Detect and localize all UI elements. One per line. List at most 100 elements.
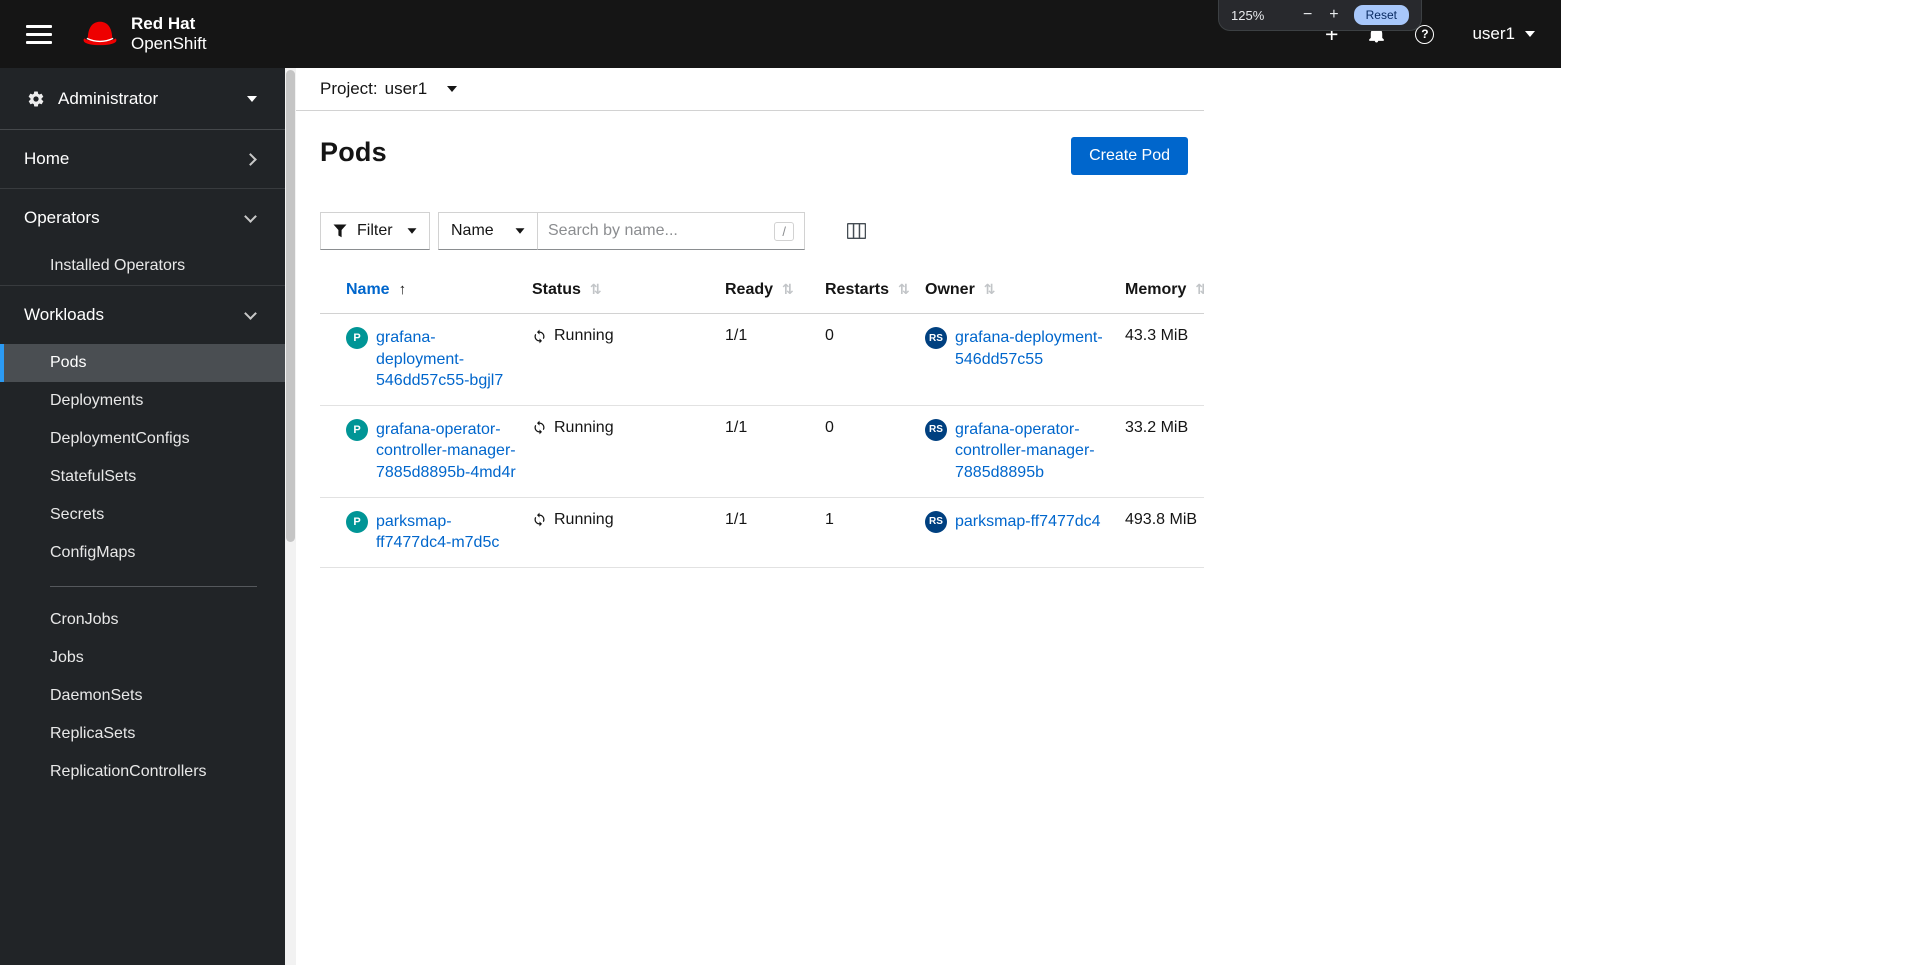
sort-icon: ⇅ <box>1195 281 1204 297</box>
restarts-value: 0 <box>825 327 834 344</box>
sync-running-icon <box>534 512 545 527</box>
sidebar-item-operators[interactable]: Operators <box>0 189 285 247</box>
memory-value: 493.8 MiB <box>1125 510 1198 528</box>
filter-icon <box>333 224 347 238</box>
replicaset-badge: RS <box>925 327 947 349</box>
search-shortcut-hint: / <box>774 221 794 241</box>
sidebar-nav: Administrator Home Operators Installed O… <box>0 68 285 965</box>
project-selector[interactable]: Project: user1 <box>320 79 458 99</box>
perspective-label: Administrator <box>58 88 159 108</box>
chevron-down-icon <box>244 209 257 223</box>
gear-icon <box>28 90 44 106</box>
chevron-down-icon <box>244 306 257 320</box>
brand-logo[interactable]: Red Hat OpenShift <box>79 14 207 53</box>
user-menu[interactable]: user1 <box>1472 24 1535 44</box>
sidebar-scrollbar[interactable] <box>285 68 296 965</box>
perspective-switcher[interactable]: Administrator <box>0 68 285 130</box>
sidebar-item-jobs[interactable]: Jobs <box>0 639 285 677</box>
table-row: P parksmap-ff7477dc4-m7d5c Running 1/1 1… <box>320 497 1204 568</box>
sort-icon: ⇅ <box>782 281 794 297</box>
brand-line1: Red Hat <box>131 14 196 34</box>
column-header-memory[interactable]: Memory ⇅ <box>1125 273 1204 314</box>
zoom-level-label: 125% <box>1231 7 1265 23</box>
column-management-button[interactable] <box>843 219 870 243</box>
pod-badge: P <box>346 418 368 441</box>
sidebar-item-statefulsets[interactable]: StatefulSets <box>0 458 285 496</box>
zoom-in-button[interactable]: + <box>1327 7 1340 23</box>
pods-table: Name ↑ Status ⇅ Ready ⇅ Restarts ⇅ Owner ⇅ <box>320 273 1204 568</box>
sidebar-item-replicasets[interactable]: ReplicaSets <box>0 715 285 753</box>
column-header-name[interactable]: Name ↑ <box>320 273 532 314</box>
zoom-reset-button[interactable]: Reset <box>1353 5 1409 25</box>
redhat-hat-icon <box>83 21 117 46</box>
memory-value: 43.3 MiB <box>1125 327 1189 344</box>
status-text: Running <box>554 327 614 344</box>
caret-down-icon <box>447 86 458 92</box>
browser-viewport: Red Hat OpenShift + ? user1 125% − + Res… <box>0 0 1561 965</box>
sidebar-item-pods[interactable]: Pods <box>0 344 285 382</box>
browser-zoom-bubble: 125% − + Reset <box>1218 0 1422 31</box>
ready-value: 1/1 <box>725 418 748 436</box>
zoom-out-button[interactable]: − <box>1301 7 1314 23</box>
sort-icon: ⇅ <box>983 281 996 297</box>
owner-link[interactable]: grafana-deployment-546dd57c55 <box>955 327 1115 370</box>
pod-link[interactable]: grafana-deployment-546dd57c55-bgjl7 <box>376 327 522 392</box>
main-content: Project: user1 Pods Create Pod Filter Na… <box>296 68 1204 965</box>
filter-dropdown[interactable]: Filter <box>320 212 430 250</box>
pod-badge: P <box>346 327 368 349</box>
sidebar-item-deploymentconfigs[interactable]: DeploymentConfigs <box>0 420 285 458</box>
sort-icon: ⇅ <box>898 281 910 297</box>
create-pod-button[interactable]: Create Pod <box>1071 137 1188 175</box>
search-attribute-dropdown[interactable]: Name <box>438 212 538 250</box>
column-header-restarts[interactable]: Restarts ⇅ <box>825 273 925 314</box>
hamburger-icon <box>26 24 52 28</box>
search-input[interactable] <box>548 222 769 240</box>
list-toolbar: Filter Name / <box>320 212 1204 250</box>
status-text: Running <box>554 510 614 528</box>
owner-link[interactable]: grafana-operator-controller-manager-7885… <box>955 419 1115 484</box>
sidebar-item-daemonsets[interactable]: DaemonSets <box>0 677 285 715</box>
project-bar: Project: user1 <box>296 68 1204 111</box>
project-value: user1 <box>384 79 428 98</box>
columns-icon <box>847 223 866 239</box>
column-header-ready[interactable]: Ready ⇅ <box>725 273 825 314</box>
replicaset-badge: RS <box>925 418 947 441</box>
scrollbar-thumb[interactable] <box>286 70 295 542</box>
search-box: / <box>537 212 805 250</box>
column-header-owner[interactable]: Owner ⇅ <box>925 273 1125 314</box>
project-label: Project: <box>320 79 378 98</box>
memory-value: 33.2 MiB <box>1125 418 1189 436</box>
restarts-value: 0 <box>825 418 834 436</box>
caret-down-icon <box>407 228 417 234</box>
sidebar-item-replicationcontrollers[interactable]: ReplicationControllers <box>0 753 285 791</box>
sidebar-item-configmaps[interactable]: ConfigMaps <box>0 534 285 572</box>
sidebar-item-secrets[interactable]: Secrets <box>0 496 285 534</box>
sort-ascending-icon: ↑ <box>398 281 407 298</box>
sidebar-item-deployments[interactable]: Deployments <box>0 382 285 420</box>
sidebar-item-installed-operators[interactable]: Installed Operators <box>0 247 285 285</box>
sidebar-item-home[interactable]: Home <box>0 130 285 188</box>
ready-value: 1/1 <box>725 327 748 344</box>
caret-down-icon <box>247 95 257 102</box>
pod-badge: P <box>346 510 368 533</box>
pod-link[interactable]: grafana-operator-controller-manager-7885… <box>376 419 522 484</box>
nav-toggle-button[interactable] <box>26 24 52 44</box>
caret-down-icon <box>515 228 525 234</box>
brand-line2: OpenShift <box>131 34 207 53</box>
pod-link[interactable]: parksmap-ff7477dc4-m7d5c <box>376 511 522 554</box>
sort-icon: ⇅ <box>589 281 602 297</box>
caret-down-icon <box>1525 31 1535 37</box>
table-header-row: Name ↑ Status ⇅ Ready ⇅ Restarts ⇅ Owner ⇅ <box>320 273 1204 314</box>
sync-running-icon <box>534 420 545 435</box>
nav-list-divider <box>50 586 257 587</box>
column-header-status[interactable]: Status ⇅ <box>532 273 725 314</box>
sidebar-item-workloads[interactable]: Workloads <box>0 286 285 344</box>
table-row: P grafana-operator-controller-manager-78… <box>320 405 1204 498</box>
page-header: Pods Create Pod <box>296 111 1204 175</box>
user-label: user1 <box>1472 24 1515 43</box>
status-text: Running <box>554 418 614 436</box>
chevron-right-icon <box>244 152 257 166</box>
replicaset-badge: RS <box>925 510 947 533</box>
owner-link[interactable]: parksmap-ff7477dc4 <box>955 511 1101 533</box>
sidebar-item-cronjobs[interactable]: CronJobs <box>0 601 285 639</box>
